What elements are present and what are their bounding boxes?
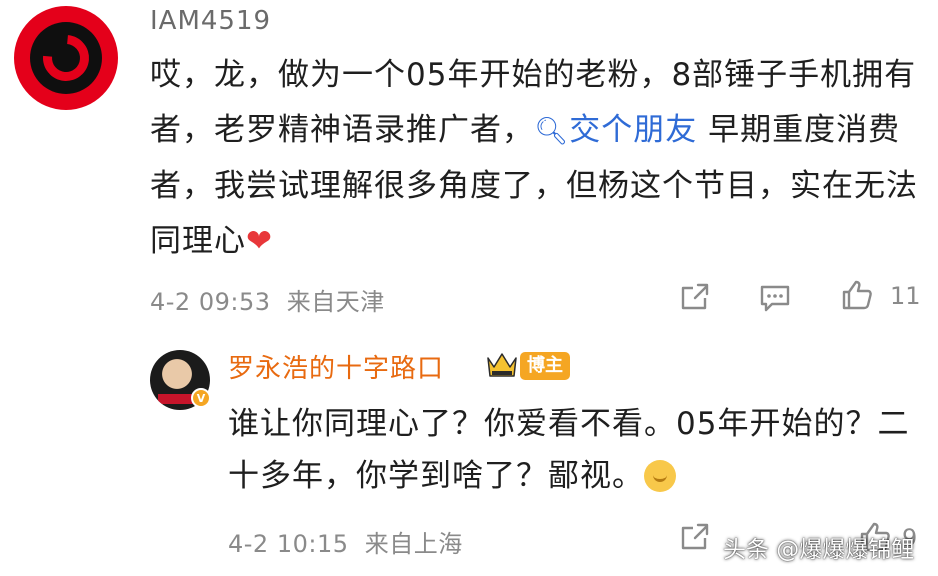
comment-username[interactable]: IAM4519 — [150, 6, 271, 36]
heart-emoji: ❤ — [246, 223, 273, 259]
reply-text: 谁让你同理心了？你爱看不看。05年开始的？二十多年，你学到啥了？鄙视。 — [228, 406, 910, 494]
share-icon[interactable] — [678, 280, 712, 314]
search-icon: 🔍︎ — [534, 116, 570, 147]
comment-timestamp: 4-2 09:53 来自天津 — [150, 288, 385, 316]
crown-icon — [487, 353, 517, 377]
reply-share-icon[interactable] — [678, 520, 712, 554]
like-icon[interactable] — [840, 278, 874, 312]
comment-text: 哎，龙，做为一个05年开始的老粉，8部锤子手机拥有者，老罗精神语录推广者，🔍︎交… — [150, 57, 918, 259]
blogger-badge: 博主 — [520, 352, 570, 380]
reply-timestamp: 4-2 10:15 来自上海 — [228, 530, 463, 558]
search-link[interactable]: 🔍︎交个朋友 — [534, 112, 697, 148]
comment-icon[interactable] — [758, 280, 792, 314]
like-count: 11 — [890, 282, 921, 310]
watermark: 头条 @爆爆爆锦鲤 — [723, 537, 915, 563]
verified-icon: V — [191, 388, 211, 408]
reply-location: 来自上海 — [364, 530, 463, 558]
comment-location: 来自天津 — [286, 288, 385, 316]
user-avatar[interactable] — [14, 6, 118, 110]
smile-emoji-icon — [644, 460, 676, 492]
reply-username[interactable]: 罗永浩的十字路口 — [228, 348, 444, 385]
